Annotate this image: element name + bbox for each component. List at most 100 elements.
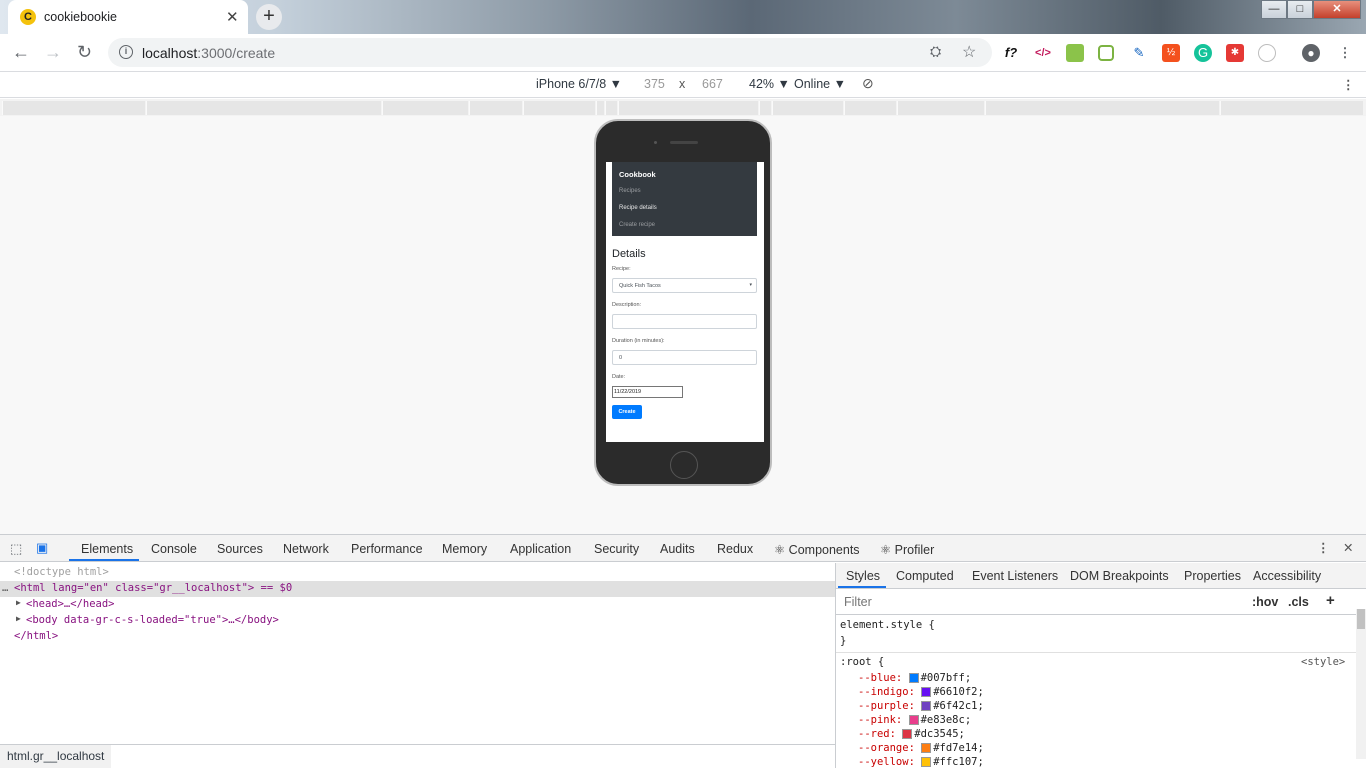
breadcrumb-item[interactable]: html.gr__localhost [0, 745, 112, 768]
color-swatch-icon[interactable] [908, 715, 919, 725]
css-variable-name: --blue: [858, 672, 909, 684]
css-variable-row[interactable]: --red: #dc3545; [858, 728, 965, 740]
tab-close-icon[interactable]: ✕ [226, 8, 239, 26]
tab-performance[interactable]: Performance [351, 542, 423, 556]
window-close-button[interactable]: ✕ [1313, 0, 1361, 19]
tab-elements[interactable]: Elements [81, 542, 133, 556]
react-extension-icon[interactable] [1258, 44, 1276, 62]
duration-input[interactable]: 0 [612, 350, 757, 365]
bookmark-star-icon[interactable]: ☆ [962, 42, 976, 62]
active-tab-indicator [69, 559, 139, 561]
tab-security[interactable]: Security [594, 542, 639, 556]
hover-state-toggle[interactable]: :hov [1252, 595, 1278, 609]
tab-sources[interactable]: Sources [217, 542, 263, 556]
network-throttle-select[interactable]: Online ▼ [794, 77, 846, 91]
site-info-icon[interactable]: i [119, 45, 133, 59]
date-input[interactable]: 11/22/2019 [612, 386, 683, 398]
code-extension-icon[interactable]: </> [1034, 44, 1052, 62]
browser-tab[interactable]: C cookiebookie ✕ [8, 0, 248, 34]
nav-link-recipes[interactable]: Recipes [619, 188, 641, 194]
element-style-selector[interactable]: element.style { [840, 619, 935, 631]
tab-memory[interactable]: Memory [442, 542, 487, 556]
class-toggle[interactable]: .cls [1288, 595, 1309, 609]
color-swatch-icon[interactable] [921, 757, 932, 767]
back-icon[interactable]: ← [12, 42, 30, 63]
style-source-link[interactable]: <style> [1301, 656, 1345, 668]
evernote-extension-icon[interactable] [1066, 44, 1084, 62]
tab-audits[interactable]: Audits [660, 542, 695, 556]
translate-icon[interactable]: ⛭ [930, 43, 941, 60]
tab-accessibility[interactable]: Accessibility [1253, 569, 1321, 583]
zap-extension-icon[interactable]: ½ [1162, 44, 1180, 62]
dom-html-close[interactable]: </html> [14, 630, 58, 642]
profile-avatar-icon[interactable]: ● [1302, 44, 1320, 62]
css-variable-row[interactable]: --blue: #007bff; [858, 672, 971, 684]
tab-event-listeners[interactable]: Event Listeners [972, 569, 1058, 583]
device-toolbar-menu-icon[interactable]: ⋮ [1342, 77, 1355, 92]
new-tab-button[interactable]: + [256, 4, 282, 30]
device-toggle-icon[interactable]: ▣ [36, 540, 48, 556]
brush-extension-icon[interactable]: ✎ [1130, 44, 1148, 62]
dimension-times: x [679, 77, 686, 91]
devtools-menu-icon[interactable]: ⋮ [1317, 540, 1330, 555]
tab-redux[interactable]: Redux [717, 542, 753, 556]
browser-menu-icon[interactable]: ⋮ [1336, 44, 1354, 62]
styles-scrollbar[interactable] [1356, 609, 1366, 759]
tab-styles[interactable]: Styles [846, 569, 880, 583]
dom-body-node[interactable]: <body data-gr-c-s-loaded="true">…</body> [26, 614, 279, 626]
reload-icon[interactable]: ↻ [77, 42, 92, 63]
node-extension-icon[interactable] [1098, 45, 1114, 61]
nav-link-create-recipe[interactable]: Create recipe [619, 222, 655, 228]
tab-profiler[interactable]: ⚛ Profiler [880, 542, 934, 557]
address-bar[interactable]: i localhost:3000/create ⛭ ☆ [108, 38, 992, 67]
device-height-input[interactable]: 667 [702, 77, 723, 91]
media-query-bar[interactable] [0, 99, 1366, 116]
recipe-select[interactable]: Quick Fish Tacos ▾ [612, 278, 757, 293]
styles-pane: element.style { } :root { <style> --blue… [836, 616, 1356, 768]
css-variable-row[interactable]: --pink: #e83e8c; [858, 714, 971, 726]
css-variable-row[interactable]: --indigo: #6610f2; [858, 686, 984, 698]
tab-application[interactable]: Application [510, 542, 571, 556]
color-swatch-icon[interactable] [908, 673, 919, 683]
dom-html-node[interactable]: <html lang="en" class="gr__localhost"> =… [14, 582, 292, 594]
dom-head-node[interactable]: <head>…</head> [26, 598, 115, 610]
devtools-extension-icon[interactable]: ✱ [1226, 44, 1244, 62]
inspect-element-icon[interactable]: ⬚ [10, 541, 22, 557]
tab-components[interactable]: ⚛ Components [774, 542, 860, 557]
tab-computed[interactable]: Computed [896, 569, 954, 583]
navbar-brand[interactable]: Cookbook [619, 170, 656, 179]
root-selector[interactable]: :root { [840, 656, 884, 668]
color-swatch-icon[interactable] [921, 743, 932, 753]
tab-network[interactable]: Network [283, 542, 329, 556]
color-swatch-icon[interactable] [902, 729, 913, 739]
create-button[interactable]: Create [612, 405, 642, 419]
forward-icon[interactable]: → [44, 42, 62, 63]
rotate-icon[interactable]: ⊘ [862, 75, 874, 92]
tab-properties[interactable]: Properties [1184, 569, 1241, 583]
devtools-tab-bar: ⬚ ▣ Elements Console Sources Network Per… [0, 534, 1366, 562]
expand-body-icon[interactable]: ▶ [16, 614, 21, 623]
grammarly-extension-icon[interactable]: G [1194, 44, 1212, 62]
css-variable-row[interactable]: --purple: #6f42c1; [858, 700, 984, 712]
styles-filter-input[interactable]: Filter [844, 595, 872, 609]
duration-label: Duration (in minutes): [612, 338, 665, 344]
description-input[interactable] [612, 314, 757, 329]
css-variable-row[interactable]: --orange: #fd7e14; [858, 742, 984, 754]
minimize-button[interactable]: — [1261, 0, 1287, 19]
zoom-select[interactable]: 42% ▼ [749, 77, 790, 91]
color-swatch-icon[interactable] [921, 701, 932, 711]
dom-doctype[interactable]: <!doctype html> [14, 566, 109, 578]
new-style-rule-button[interactable]: + [1326, 592, 1335, 609]
tab-dom-breakpoints[interactable]: DOM Breakpoints [1070, 569, 1169, 583]
maximize-button[interactable]: □ [1287, 0, 1313, 19]
css-variable-row[interactable]: --yellow: #ffc107; [858, 756, 984, 768]
color-swatch-icon[interactable] [921, 687, 932, 697]
tab-console[interactable]: Console [151, 542, 197, 556]
device-select[interactable]: iPhone 6/7/8 ▼ [536, 77, 622, 91]
font-finder-extension-icon[interactable]: f? [1002, 44, 1020, 62]
expand-head-icon[interactable]: ▶ [16, 598, 21, 607]
camera-icon [654, 141, 657, 144]
device-width-input[interactable]: 375 [644, 77, 665, 91]
nav-link-recipe-details[interactable]: Recipe details [619, 205, 657, 211]
devtools-close-icon[interactable]: ✕ [1343, 540, 1353, 555]
